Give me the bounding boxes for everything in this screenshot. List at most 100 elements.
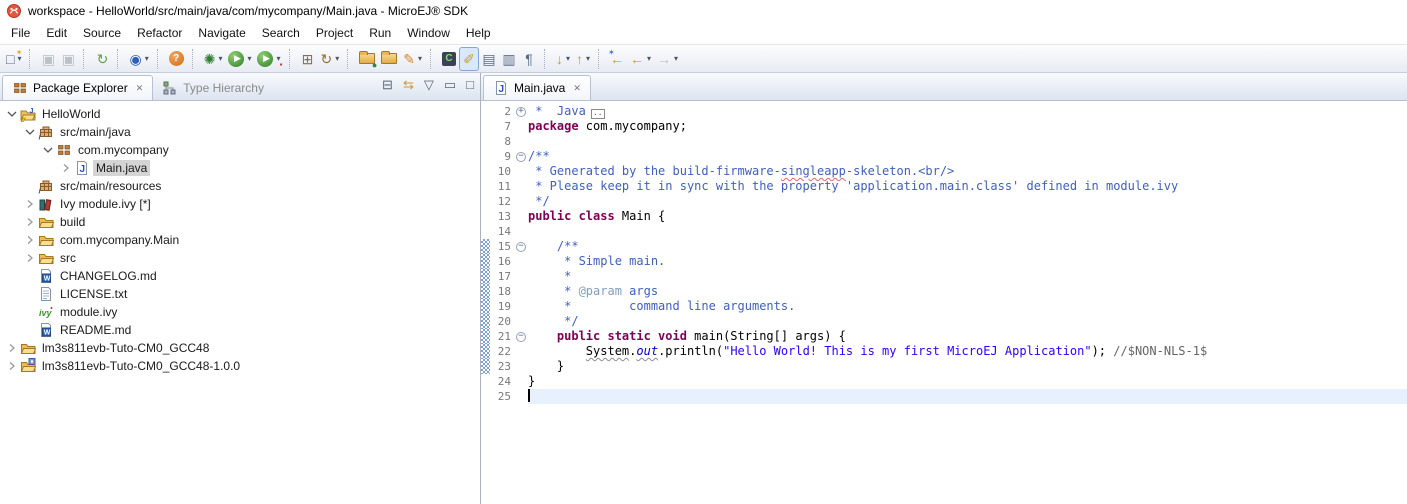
back-button[interactable]: ← ▾ [627,47,654,71]
code-line[interactable]: 21− public static void main(String[] arg… [481,329,1407,344]
chevron-collapsed-icon[interactable] [22,250,38,266]
chevron-down-icon[interactable]: ▾ [335,54,339,63]
tree-item[interactable]: W CHANGELOG.md [0,267,480,285]
next-annotation-button[interactable]: ↓ ▾ [553,47,573,71]
tree-item[interactable]: src [0,249,480,267]
link-editor-toggle[interactable]: ⇆ [403,78,414,91]
forward-button[interactable]: → ▾ [654,47,681,71]
chevron-collapsed-icon[interactable] [4,340,20,356]
menu-refactor[interactable]: Refactor [129,24,190,42]
tree-item[interactable]: ivy module.ivy [0,303,480,321]
code-line[interactable]: 18 * @param args [481,284,1407,299]
code-line[interactable]: 19 * command line arguments. [481,299,1407,314]
java-element-button[interactable]: C [439,47,459,71]
code-line[interactable]: 17 * [481,269,1407,284]
menu-project[interactable]: Project [308,24,361,42]
tree-item[interactable]: i src/main/java [0,123,480,141]
fold-expand-icon[interactable]: + [516,106,526,117]
chevron-down-icon[interactable]: ▾ [566,54,570,63]
tree-item[interactable]: LICENSE.txt [0,285,480,303]
menu-source[interactable]: Source [75,24,129,42]
tree-item[interactable]: Ivy module.ivy [*] [0,195,480,213]
external-tools-button[interactable]: ▶ ▪ ▾ [254,47,283,71]
chevron-collapsed-icon[interactable] [22,196,38,212]
support-help-button[interactable]: ? [166,47,187,71]
code-line[interactable]: 15− /** [481,239,1407,254]
menu-edit[interactable]: Edit [38,24,75,42]
code-line[interactable]: 14 [481,224,1407,239]
import-folder-button[interactable]: ● [356,47,378,71]
chevron-down-icon[interactable]: ▾ [247,54,251,63]
chevron-collapsed-icon[interactable] [22,214,38,230]
debug-button[interactable]: ✺ ▾ [201,47,226,71]
menu-window[interactable]: Window [399,24,458,42]
tree-item[interactable]: J HelloWorld [0,105,480,123]
code-line[interactable]: 8 [481,134,1407,149]
code-line[interactable]: 7 package com.mycompany; [481,119,1407,134]
tab-type-hierarchy[interactable]: Type Hierarchy [153,75,273,100]
close-icon[interactable]: ✕ [136,83,144,94]
tree-item[interactable]: com.mycompany [0,141,480,159]
folded-region-icon[interactable]: .. [590,109,605,119]
code-line[interactable]: 12 */ [481,194,1407,209]
chevron-down-icon[interactable]: ▾ [586,54,590,63]
chevron-down-icon[interactable]: ▾ [218,54,222,63]
tree-item[interactable]: build [0,213,480,231]
refresh-build-button[interactable]: ↻ ▾ [318,47,343,71]
close-icon[interactable]: ✕ [573,83,581,94]
code-line[interactable]: 2 + * Java.. [481,104,1407,119]
chevron-down-icon[interactable]: ▾ [418,54,422,63]
code-line[interactable]: 13 public class Main { [481,209,1407,224]
code-line[interactable]: 25 [481,389,1407,404]
tree-item[interactable]: W README.md [0,321,480,339]
fold-collapse-icon[interactable]: − [516,331,526,342]
chevron-expanded-icon[interactable] [40,142,56,158]
maximize-view-button[interactable]: □ [466,78,474,91]
collapse-all-button[interactable]: ⊟ [382,78,393,91]
menu-run[interactable]: Run [361,24,399,42]
run-button[interactable]: ▶ ▾ [225,47,254,71]
tree-item[interactable]: lm3s811evb-Tuto-CM0_GCC48 [0,339,480,357]
menu-navigate[interactable]: Navigate [190,24,253,42]
code-line[interactable]: 24} [481,374,1407,389]
chevron-collapsed-icon[interactable] [58,160,74,176]
code-line[interactable]: 16 * Simple main. [481,254,1407,269]
code-line[interactable]: 10 * Generated by the build-firmware-sin… [481,164,1407,179]
chevron-expanded-icon[interactable] [22,124,38,140]
sync-ivy-button[interactable]: ↻ [92,47,112,71]
chevron-down-icon[interactable]: ▾ [674,54,678,63]
prev-annotation-button[interactable]: ↑ ▾ [573,47,593,71]
chevron-down-icon[interactable]: ▾ [145,54,149,63]
code-line[interactable]: 11 * Please keep it in sync with the pro… [481,179,1407,194]
code-editor[interactable]: 2 + * Java.. 7 package com.mycompany; 8 9−/**… [481,101,1407,504]
tab-package-explorer[interactable]: Package Explorer ✕ [2,75,154,100]
code-line[interactable]: 23 } [481,359,1407,374]
code-line[interactable]: 20 */ [481,314,1407,329]
mark-occurrences-toggle[interactable]: ✐ [459,46,479,71]
chevron-down-icon[interactable]: ▾ [647,54,651,63]
microej-launch-button[interactable]: ◉ ▾ [126,47,151,71]
code-line[interactable]: 9−/** [481,149,1407,164]
minimize-view-button[interactable]: ▭ [444,78,456,91]
chevron-expanded-icon[interactable] [4,106,20,122]
menu-search[interactable]: Search [254,24,308,42]
code-line[interactable]: 22 System.out.println("Hello World! This… [481,344,1407,359]
show-whitespace-button[interactable]: ¶ [519,47,539,71]
menu-help[interactable]: Help [458,24,499,42]
save-button[interactable]: ▣ [38,47,58,71]
tree-item[interactable]: lm3s811evb-Tuto-CM0_GCC48-1.0.0 [0,357,480,375]
open-folder-button[interactable] [378,47,400,71]
new-wizard-button[interactable]: □ ✶ ▾ [3,47,24,71]
tab-main-java[interactable]: J Main.java ✕ [483,75,591,100]
chevron-collapsed-icon[interactable] [4,358,20,374]
build-all-button[interactable]: ⊞ [298,47,318,71]
fold-collapse-icon[interactable]: − [516,241,526,252]
block-selection-button[interactable]: ▥ [499,47,519,71]
tree-item[interactable]: J Main.java [0,159,480,177]
chevron-collapsed-icon[interactable] [22,232,38,248]
link-with-editor-button[interactable]: ▤ [479,47,499,71]
last-edit-location-button[interactable]: ← ✶ [607,47,627,71]
marker-pen-button[interactable]: ✎ ▾ [400,47,425,71]
menu-file[interactable]: File [3,24,38,42]
fold-collapse-icon[interactable]: − [516,151,526,162]
